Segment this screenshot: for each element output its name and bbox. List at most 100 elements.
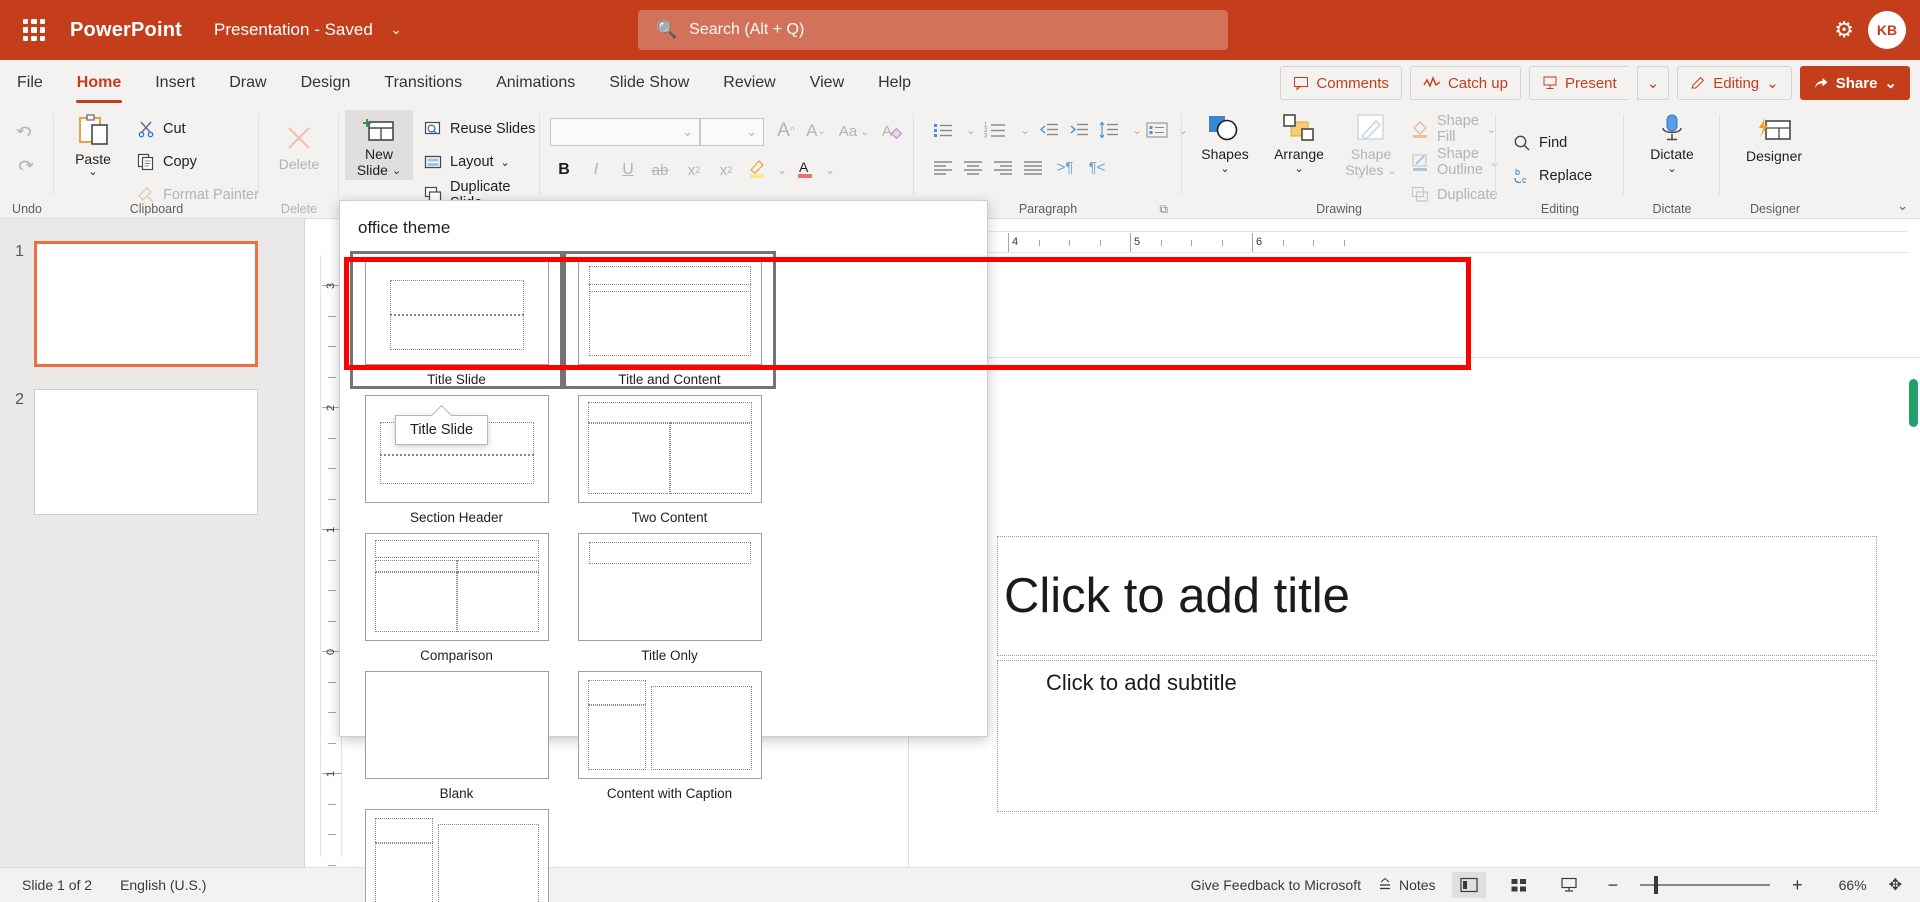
align-right-button[interactable]: [988, 154, 1018, 181]
find-button[interactable]: Find: [1512, 128, 1567, 158]
text-direction-rtl-button[interactable]: ¶<: [1082, 154, 1112, 181]
normal-view-button[interactable]: [1451, 872, 1486, 898]
tab-draw[interactable]: Draw: [212, 60, 283, 106]
layout-option-blank[interactable]: Blank: [350, 665, 563, 803]
grow-font-button[interactable]: A ^: [772, 117, 800, 145]
comments-button[interactable]: Comments: [1280, 66, 1402, 100]
tab-insert[interactable]: Insert: [138, 60, 212, 106]
zoom-slider-handle[interactable]: [1654, 876, 1659, 894]
layout-option-section-header[interactable]: Section Header: [350, 389, 563, 527]
slide-count-label[interactable]: Slide 1 of 2: [22, 877, 92, 893]
undo-button[interactable]: [10, 118, 40, 145]
present-dropdown-button[interactable]: ⌄: [1636, 66, 1670, 100]
language-label[interactable]: English (U.S.): [120, 877, 206, 893]
feedback-link[interactable]: Give Feedback to Microsoft: [1191, 877, 1361, 893]
text-direction-ltr-button[interactable]: >¶: [1050, 154, 1080, 181]
catch-up-button[interactable]: Catch up: [1409, 66, 1521, 100]
tab-transitions[interactable]: Transitions: [367, 60, 479, 106]
replace-button[interactable]: bc Replace: [1512, 161, 1592, 191]
layout-button[interactable]: Layout ⌄: [423, 147, 510, 177]
strikethrough-button[interactable]: ab: [646, 156, 674, 184]
layout-option-title-only[interactable]: Title Only: [563, 527, 776, 665]
dialog-launcher-icon[interactable]: ⧉: [1159, 202, 1168, 217]
tab-view[interactable]: View: [793, 60, 861, 106]
underline-button[interactable]: U: [614, 156, 642, 184]
search-input[interactable]: 🔍 Search (Alt + Q): [638, 10, 1228, 50]
slide-thumbnail-pane[interactable]: 1 2: [0, 219, 305, 867]
italic-button[interactable]: I: [582, 156, 610, 184]
slide-sorter-button[interactable]: [1502, 872, 1536, 898]
layout-name: Comparison: [420, 648, 493, 663]
thumbnail-number: 1: [15, 243, 24, 260]
change-case-button[interactable]: Aa ⌄: [832, 117, 876, 145]
line-spacing-button[interactable]: [1094, 116, 1124, 143]
layout-option-content-with-caption[interactable]: Content with Caption: [563, 665, 776, 803]
layout-option-picture-with-caption[interactable]: Picture with Caption: [350, 803, 563, 902]
gear-icon[interactable]: ⚙: [1834, 17, 1854, 43]
vertical-scrollbar-thumb[interactable]: [1909, 379, 1918, 427]
cut-button[interactable]: Cut: [136, 114, 186, 144]
zoom-out-button[interactable]: −: [1602, 875, 1625, 896]
thumbnail-slide-2[interactable]: 2: [0, 389, 258, 515]
tab-review[interactable]: Review: [706, 60, 792, 106]
align-right-icon: [994, 160, 1012, 175]
reuse-slides-button[interactable]: Reuse Slides: [423, 114, 535, 144]
increase-indent-button[interactable]: [1064, 116, 1094, 143]
slide-editing-surface[interactable]: Click to add title Click to add subtitle: [908, 357, 1920, 902]
zoom-slider[interactable]: [1640, 876, 1771, 894]
zoom-level-label[interactable]: 66%: [1825, 877, 1867, 893]
shapes-button[interactable]: Shapes ⌄: [1190, 112, 1260, 175]
subscript-button[interactable]: x2: [680, 156, 708, 184]
app-launcher-icon[interactable]: [12, 8, 56, 52]
redo-button[interactable]: [10, 152, 40, 179]
subtitle-placeholder[interactable]: Click to add subtitle: [997, 660, 1877, 812]
slideshow-button[interactable]: [1552, 872, 1586, 898]
designer-button[interactable]: Designer: [1734, 116, 1814, 164]
bullets-button[interactable]: [928, 116, 958, 143]
font-name-input[interactable]: ⌄: [550, 118, 700, 146]
layout-option-comparison[interactable]: Comparison: [350, 527, 563, 665]
paste-button[interactable]: Paste ⌄: [62, 112, 124, 178]
decrease-indent-button[interactable]: [1034, 116, 1064, 143]
layout-option-title-slide[interactable]: Title Slide: [350, 251, 563, 389]
tab-file[interactable]: File: [0, 60, 60, 106]
share-button[interactable]: Share ⌄: [1799, 66, 1910, 100]
dictate-button[interactable]: Dictate ⌄: [1640, 112, 1704, 175]
tab-slide-show[interactable]: Slide Show: [592, 60, 706, 106]
present-button[interactable]: Present: [1528, 66, 1629, 100]
new-slide-button[interactable]: New Slide ⌄: [345, 110, 413, 180]
copy-button[interactable]: Copy: [136, 147, 197, 177]
collapse-ribbon-button[interactable]: ⌄: [1897, 198, 1908, 214]
tab-home[interactable]: Home: [60, 60, 138, 106]
dictate-label: Dictate: [1650, 146, 1694, 162]
zoom-in-button[interactable]: +: [1786, 875, 1809, 896]
layout-option-two-content[interactable]: Two Content: [563, 389, 776, 527]
align-left-button[interactable]: [928, 154, 958, 181]
clear-formatting-button[interactable]: A: [878, 117, 906, 145]
font-size-input[interactable]: ⌄: [700, 118, 764, 146]
layout-gallery-dropdown[interactable]: office theme Title Slide Title and Conte…: [339, 200, 988, 902]
arrange-button[interactable]: Arrange ⌄: [1262, 112, 1336, 175]
editing-mode-button[interactable]: Editing ⌄: [1677, 66, 1792, 100]
tab-help[interactable]: Help: [861, 60, 928, 106]
align-center-button[interactable]: [958, 154, 988, 181]
thumbnail-preview[interactable]: [34, 241, 258, 367]
justify-button[interactable]: [1018, 154, 1048, 181]
font-color-dropdown[interactable]: ⌄: [816, 156, 844, 184]
tab-animations[interactable]: Animations: [479, 60, 592, 106]
fit-to-window-icon[interactable]: ✥: [1883, 875, 1908, 895]
format-painter-label: Format Painter: [163, 187, 259, 203]
document-title[interactable]: Presentation - Saved: [214, 20, 373, 40]
thumbnail-preview[interactable]: [34, 389, 258, 515]
layout-option-title-and-content[interactable]: Title and Content: [563, 251, 776, 389]
chevron-down-icon[interactable]: ⌄: [391, 22, 402, 38]
thumbnail-slide-1[interactable]: 1: [0, 241, 258, 367]
title-placeholder[interactable]: Click to add title: [997, 536, 1877, 656]
avatar[interactable]: KB: [1868, 11, 1906, 49]
superscript-button[interactable]: x2: [712, 156, 740, 184]
bold-button[interactable]: B: [550, 156, 578, 184]
numbering-button[interactable]: 123: [980, 116, 1010, 143]
shrink-font-button[interactable]: A ⌄: [802, 117, 830, 145]
notes-button[interactable]: Notes: [1377, 877, 1436, 893]
tab-design[interactable]: Design: [284, 60, 368, 106]
